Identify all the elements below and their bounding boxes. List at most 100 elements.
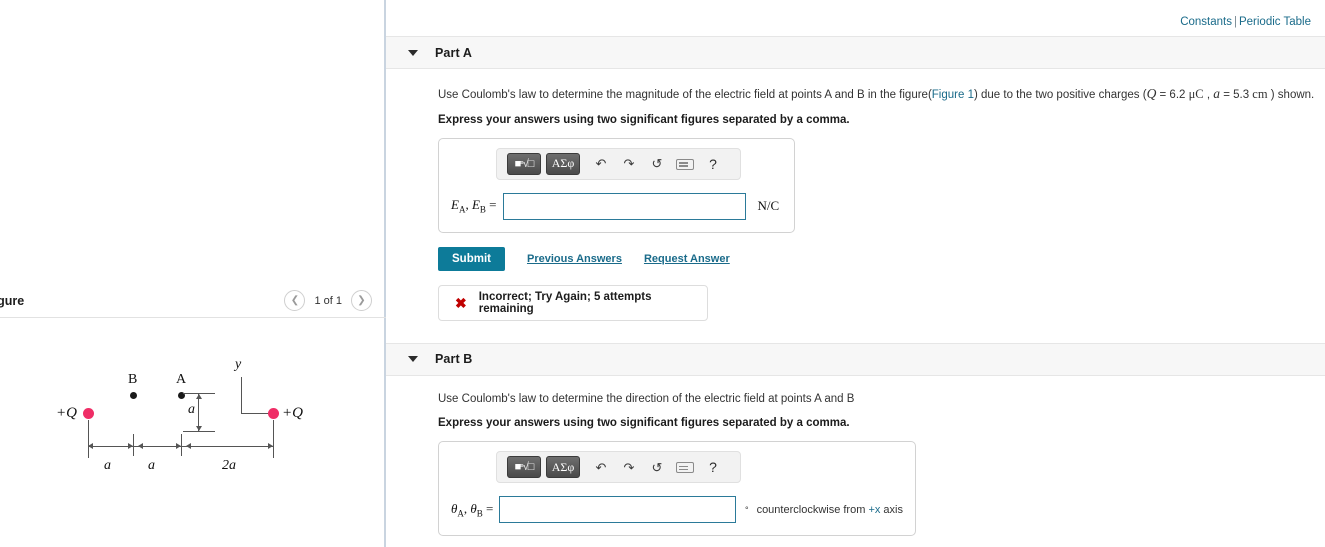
part-a-label-sub1: A xyxy=(458,204,466,215)
diagram-vdim-arrow-down xyxy=(195,426,202,431)
diagram-label-a: A xyxy=(176,372,187,387)
diagram-extension-a xyxy=(181,434,182,456)
part-a-unit: N/C xyxy=(757,198,780,214)
part-a-header[interactable]: Part A xyxy=(386,36,1325,69)
part-b-math-toolbar: ■ⁿ√□ ΑΣφ ↶ ↷ ↺ ? xyxy=(496,451,741,484)
greek-letters-button[interactable]: ΑΣφ xyxy=(546,456,580,479)
part-a-body: Use Coulomb's law to determine the magni… xyxy=(386,85,1325,321)
part-a-field-label: EA, EB = xyxy=(451,197,497,215)
reset-icon[interactable]: ↺ xyxy=(645,157,669,170)
part-a-collapse-caret-icon[interactable] xyxy=(408,49,418,56)
diagram-dim-arrow-2l xyxy=(138,443,143,449)
part-a-unit-q: μC xyxy=(1188,87,1204,101)
part-b-field-label: θA, θB = xyxy=(451,500,494,519)
part-b-unit-description: counterclockwise from +x axis xyxy=(757,504,903,516)
part-a-comma: , xyxy=(1203,89,1214,101)
diagram-point-b xyxy=(130,392,137,399)
part-a-question-post: ) shown. xyxy=(1267,89,1315,101)
figure-next-button[interactable]: ❯ xyxy=(351,290,372,311)
diagram-extension-left xyxy=(88,420,89,458)
diagram-extension-b xyxy=(133,434,134,456)
part-a-label-eq: = xyxy=(489,197,497,213)
part-b-question: Use Coulomb's law to determine the direc… xyxy=(438,392,855,405)
diagram-dim-arrow-2r xyxy=(176,443,181,449)
undo-icon[interactable]: ↶ xyxy=(589,461,613,474)
keyboard-icon[interactable] xyxy=(673,461,697,474)
part-a-submit-button[interactable]: Submit xyxy=(438,246,505,271)
diagram-dim-arrow-3l xyxy=(186,443,191,449)
part-b-section: Part B Use Coulomb's law to determine th… xyxy=(386,342,1325,547)
part-a-var-a: a xyxy=(1213,86,1220,101)
diagram-axis-label-y: y xyxy=(235,357,242,372)
part-a-question: Use Coulomb's law to determine the magni… xyxy=(438,85,1325,104)
constants-link[interactable]: Constants xyxy=(1180,16,1232,28)
template-menu-button[interactable]: ■ⁿ√□ xyxy=(507,152,541,175)
figure-navigation: ❮ 1 of 1 ❯ xyxy=(284,290,372,311)
figure-page-indicator: 1 of 1 xyxy=(314,294,342,307)
top-links: Constants | Periodic Table xyxy=(1180,16,1311,28)
periodic-table-link[interactable]: Periodic Table xyxy=(1239,16,1311,28)
diagram-axis-y-line xyxy=(241,377,242,414)
x-mark-icon: ✖ xyxy=(455,294,467,311)
part-b-answer-input[interactable] xyxy=(499,496,736,524)
diagram-dim-label-2: a xyxy=(148,458,155,473)
diagram-vdim-arrow-up xyxy=(195,394,202,399)
part-a-actions: Submit Previous Answers Request Answer xyxy=(438,246,1325,271)
part-a-var-q: Q xyxy=(1146,86,1157,101)
part-a-answer-input[interactable] xyxy=(502,192,746,220)
part-b-label-eq: = xyxy=(486,500,494,516)
undo-icon[interactable]: ↶ xyxy=(589,157,613,170)
part-b-title: Part B xyxy=(435,352,473,367)
part-b-unit-post: axis xyxy=(880,503,903,516)
part-b-field-row: θA, θB = ° counterclockwise from +x axis xyxy=(451,496,903,524)
part-b-label-sub1: A xyxy=(457,508,464,519)
help-icon[interactable]: ? xyxy=(701,157,725,171)
diagram-dim-arrow-3r xyxy=(268,443,273,449)
diagram-label-charge-right: +Q xyxy=(282,405,303,421)
part-a-question-mid: ) due to the two positive charges ( xyxy=(973,89,1147,101)
part-a-unit-a: cm xyxy=(1252,87,1268,101)
keyboard-icon[interactable] xyxy=(673,157,697,170)
figure-1-link[interactable]: Figure 1 xyxy=(932,89,974,101)
reset-icon[interactable]: ↺ xyxy=(645,461,669,474)
diagram-label-b: B xyxy=(128,372,138,387)
part-a-request-answer-link[interactable]: Request Answer xyxy=(644,253,730,265)
part-a-instruction: Express your answers using two significa… xyxy=(438,113,850,126)
page-root: Figure ❮ 1 of 1 ❯ B A a y xyxy=(0,0,1325,547)
figure-pane: Figure ❮ 1 of 1 ❯ B A a y xyxy=(0,0,386,547)
part-b-header[interactable]: Part B xyxy=(386,342,1325,376)
part-b-unit-axis: +x xyxy=(868,503,881,516)
diagram-dim-arrow-1r xyxy=(128,443,133,449)
redo-icon[interactable]: ↷ xyxy=(617,461,641,474)
part-a-section: Part A Use Coulomb's law to determine th… xyxy=(386,36,1325,321)
part-b-answer-box: ■ⁿ√□ ΑΣφ ↶ ↷ ↺ ? θA, θB = ° counterclock… xyxy=(438,441,916,537)
part-a-math-toolbar: ■ⁿ√□ ΑΣφ ↶ ↷ ↺ ? xyxy=(496,147,741,180)
part-a-label-sub2: B xyxy=(479,204,486,215)
diagram-dim-label-3: 2a xyxy=(222,458,236,473)
help-icon[interactable]: ? xyxy=(701,460,725,474)
part-b-body: Use Coulomb's law to determine the direc… xyxy=(386,392,1325,547)
diagram-charge-left xyxy=(83,408,94,419)
part-a-title: Part A xyxy=(435,45,472,60)
links-separator: | xyxy=(1233,16,1237,28)
greek-letters-button[interactable]: ΑΣφ xyxy=(546,152,580,175)
part-a-feedback-text: Incorrect; Try Again; 5 attempts remaini… xyxy=(478,290,652,315)
diagram-charge-right xyxy=(268,408,279,419)
part-a-field-row: EA, EB = N/C xyxy=(451,192,782,220)
part-b-collapse-caret-icon[interactable] xyxy=(408,356,418,363)
figure-prev-button[interactable]: ❮ xyxy=(284,290,306,311)
template-menu-button[interactable]: ■ⁿ√□ xyxy=(507,456,541,479)
part-a-eq1: = 6.2 xyxy=(1156,89,1189,101)
part-a-question-pre: Use Coulomb's law to determine the magni… xyxy=(438,89,932,101)
part-a-eq2: = 5.3 xyxy=(1220,89,1253,101)
redo-icon[interactable]: ↷ xyxy=(617,157,641,170)
part-a-answer-box: ■ⁿ√□ ΑΣφ ↶ ↷ ↺ ? EA, EB = N/C xyxy=(438,137,795,233)
part-b-unit-pre: counterclockwise from xyxy=(756,503,869,516)
part-b-degree-unit: ° xyxy=(744,504,749,515)
problem-pane: Constants | Periodic Table Part A Use Coul… xyxy=(386,0,1325,547)
part-a-previous-answers-link[interactable]: Previous Answers xyxy=(527,253,622,265)
part-a-feedback: ✖ Incorrect; Try Again; 5 attempts remai… xyxy=(438,284,708,321)
part-a-label-var2: E xyxy=(471,197,480,213)
diagram-vdim-bottom-tick xyxy=(183,431,215,432)
charge-diagram: B A a y x +Q +Q xyxy=(0,330,386,547)
